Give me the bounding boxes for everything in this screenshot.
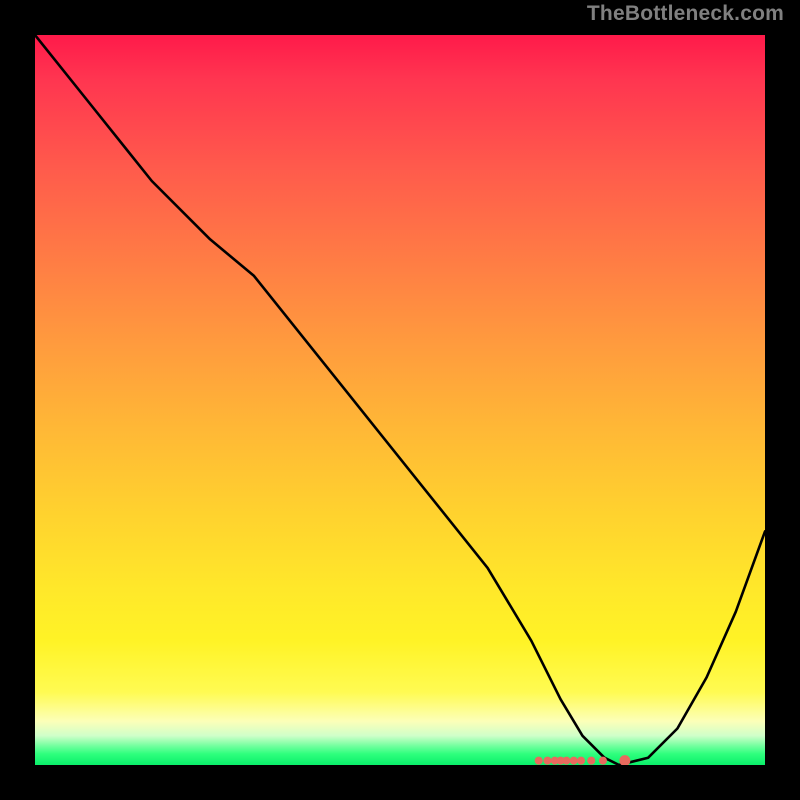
marker-dot: [577, 757, 585, 765]
plot-svg: [35, 35, 765, 765]
bottleneck-curve: [35, 35, 765, 765]
marker-dot: [570, 757, 578, 765]
watermark-text: TheBottleneck.com: [587, 2, 784, 26]
plot-area: [35, 35, 765, 765]
marker-dot: [562, 757, 570, 765]
marker-dot: [587, 757, 595, 765]
chart-container: TheBottleneck.com: [0, 0, 800, 800]
marker-dot: [619, 755, 630, 765]
marker-dot: [543, 757, 551, 765]
marker-dot: [599, 757, 607, 765]
marker-dot: [535, 757, 543, 765]
